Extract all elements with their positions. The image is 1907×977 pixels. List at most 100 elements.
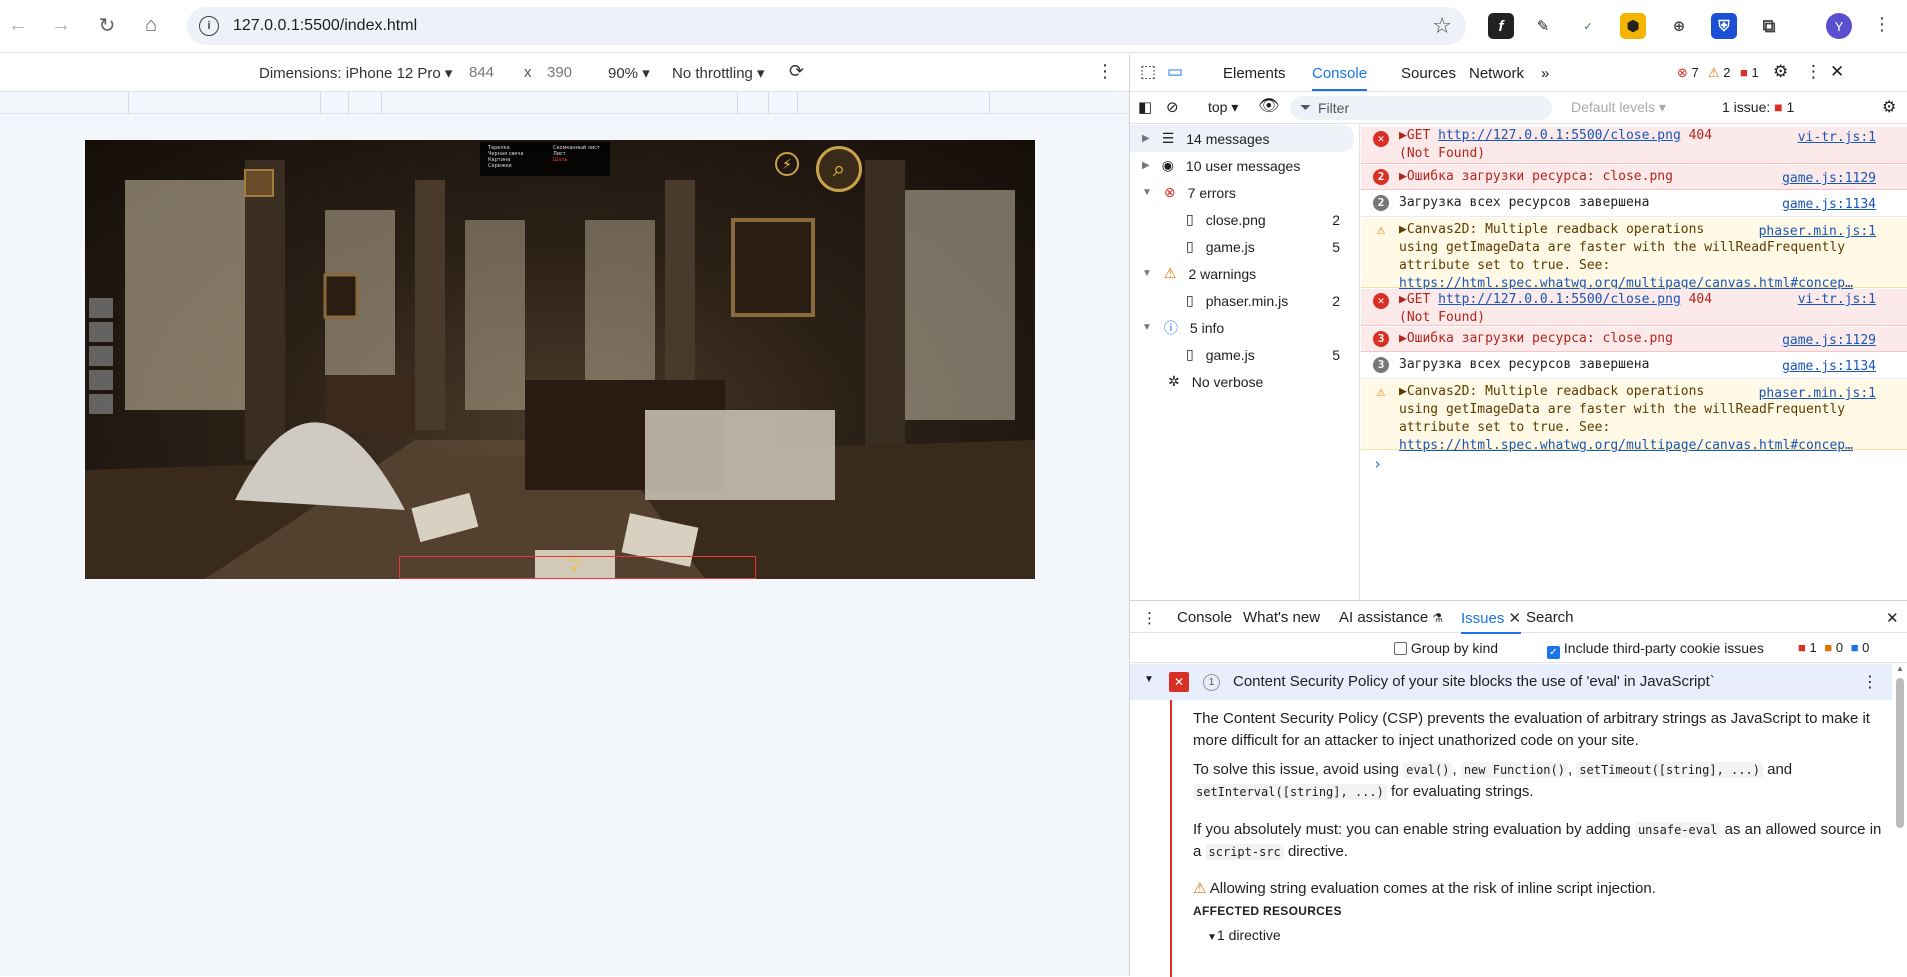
tab-console[interactable]: Console bbox=[1312, 65, 1368, 91]
reload-icon[interactable]: ↻ bbox=[95, 13, 119, 37]
directive-toggle[interactable]: ▼1 directive bbox=[1207, 924, 1897, 949]
issue-count-badge[interactable]: ■ 1 bbox=[1740, 65, 1759, 80]
issue-menu-icon[interactable]: ⋮ bbox=[1862, 672, 1878, 692]
puzzle-icon[interactable]: ⧉ bbox=[1756, 13, 1782, 39]
sidebar-item-errors[interactable]: ▼ ⊗ 7 errors bbox=[1130, 179, 1360, 206]
console-message-info[interactable]: 3 Загрузка всех ресурсов завершена game.… bbox=[1361, 353, 1907, 379]
tab-elements[interactable]: Elements bbox=[1223, 65, 1286, 82]
console-settings-icon[interactable]: ⚙ bbox=[1882, 97, 1896, 117]
console-message-error[interactable]: ✕ ▶GET http://127.0.0.1:5500/close.png 4… bbox=[1361, 127, 1907, 164]
console-message-error[interactable]: 2 ▶Ошибка загрузки ресурса: close.png ga… bbox=[1361, 165, 1907, 190]
robot-icon[interactable]: ⊕ bbox=[1666, 13, 1692, 39]
warning-count-badge[interactable]: ⚠ 2 bbox=[1708, 65, 1731, 81]
close-drawer-icon[interactable]: ✕ bbox=[1886, 609, 1899, 627]
sidebar-item-info[interactable]: ▼ ⓘ 5 info bbox=[1130, 314, 1360, 341]
drawer-tab-console[interactable]: Console bbox=[1177, 609, 1232, 626]
context-select[interactable]: top ▾ bbox=[1208, 99, 1238, 116]
game-canvas[interactable]: Тарелка Черная свеча Картина Сережки Ско… bbox=[85, 140, 1035, 579]
console-message-error[interactable]: 3 ▶Ошибка загрузки ресурса: close.png ga… bbox=[1361, 327, 1907, 352]
sidebar-item-file[interactable]: ▯ game.js 5 bbox=[1130, 233, 1360, 260]
inspect-icon[interactable]: ⬚ bbox=[1140, 62, 1156, 82]
console-message-info[interactable]: 2 Загрузка всех ресурсов завершена game.… bbox=[1361, 191, 1907, 217]
tab-network[interactable]: Network bbox=[1469, 65, 1524, 82]
drawer-menu-icon[interactable]: ⋮ bbox=[1142, 609, 1157, 627]
sidebar-item-file[interactable]: ▯ game.js 5 bbox=[1130, 341, 1360, 368]
sidebar-item-file[interactable]: ▯ close.png 2 bbox=[1130, 206, 1360, 233]
throttling-select[interactable]: No throttling ▾ bbox=[672, 64, 765, 82]
tab-sources[interactable]: Sources bbox=[1401, 65, 1456, 82]
inventory-slot[interactable] bbox=[89, 298, 113, 318]
zoom-select[interactable]: 90% ▾ bbox=[608, 64, 650, 82]
more-tabs-icon[interactable]: » bbox=[1541, 65, 1549, 82]
clear-console-icon[interactable]: ⊘ bbox=[1166, 98, 1179, 116]
issue-header[interactable]: ▼ ✕ 1 Content Security Policy of your si… bbox=[1130, 664, 1892, 700]
height-input[interactable]: 390 bbox=[547, 64, 572, 81]
width-input[interactable]: 844 bbox=[469, 64, 494, 81]
devtools-menu-icon[interactable]: ⋮ bbox=[1805, 62, 1822, 82]
close-tab-icon[interactable]: ✕ bbox=[1509, 610, 1522, 627]
browser-menu-icon[interactable]: ⋮ bbox=[1873, 14, 1891, 35]
abc-checker-icon[interactable]: ✓ bbox=[1575, 13, 1601, 39]
settings-icon[interactable]: ⚙ bbox=[1773, 62, 1788, 82]
media-query-ruler[interactable] bbox=[0, 92, 1129, 114]
message-link[interactable]: https://html.spec.whatwg.org/multipage/c… bbox=[1399, 437, 1900, 455]
drawer-tab-whats-new[interactable]: What's new bbox=[1243, 609, 1320, 626]
sidebar-item-verbose[interactable]: ✲ No verbose bbox=[1130, 368, 1360, 395]
bookmark-star-icon[interactable]: ☆ bbox=[1432, 13, 1452, 39]
bottom-hint-box[interactable]: Ищи ▼ bbox=[399, 556, 756, 579]
function-icon[interactable]: f bbox=[1488, 13, 1514, 39]
message-source[interactable]: phaser.min.js:1 bbox=[1759, 385, 1876, 403]
device-toggle-icon[interactable]: ▭ bbox=[1167, 62, 1183, 82]
issues-scrollbar[interactable]: ▲ bbox=[1894, 664, 1906, 977]
message-link[interactable]: http://127.0.0.1:5500/close.png bbox=[1438, 128, 1681, 143]
group-by-kind-checkbox[interactable]: Group by kind bbox=[1394, 640, 1498, 656]
sidebar-item-warnings[interactable]: ▼ ⚠ 2 warnings bbox=[1130, 260, 1360, 287]
drawer-tab-ai-assistance[interactable]: AI assistance ⚗ bbox=[1339, 609, 1443, 626]
include-third-party-checkbox[interactable]: ✓ Include third-party cookie issues bbox=[1547, 640, 1764, 659]
honeycomb-icon[interactable]: ⬢ bbox=[1620, 13, 1646, 39]
message-link[interactable]: http://127.0.0.1:5500/close.png bbox=[1438, 292, 1681, 307]
levels-select[interactable]: Default levels ▾ bbox=[1571, 99, 1666, 116]
back-icon[interactable]: ← bbox=[6, 13, 30, 37]
message-source[interactable]: game.js:1134 bbox=[1782, 196, 1876, 214]
message-source[interactable]: vi-tr.js:1 bbox=[1798, 291, 1876, 309]
console-message-warning[interactable]: ⚠ ▶Canvas2D: Multiple readback operation… bbox=[1361, 218, 1907, 291]
message-source[interactable]: game.js:1134 bbox=[1782, 358, 1876, 376]
sidebar-item-messages[interactable]: ▶ ☰ 14 messages bbox=[1130, 125, 1354, 152]
message-source[interactable]: game.js:1129 bbox=[1782, 332, 1876, 350]
error-count-badge[interactable]: ⊗ 7 bbox=[1677, 65, 1699, 81]
shield-icon[interactable]: ⛨ bbox=[1711, 13, 1737, 39]
collapse-icon[interactable]: ▼ bbox=[1144, 674, 1154, 685]
message-source[interactable]: phaser.min.js:1 bbox=[1759, 223, 1876, 241]
lightning-hint-icon[interactable]: ⚡ bbox=[775, 152, 799, 176]
console-message-warning[interactable]: ⚠ ▶Canvas2D: Multiple readback operation… bbox=[1361, 380, 1907, 453]
rotate-icon[interactable]: ⟳ bbox=[789, 61, 804, 82]
forward-icon[interactable]: → bbox=[49, 13, 73, 37]
console-prompt[interactable]: › bbox=[1373, 455, 1382, 473]
inventory-slot[interactable] bbox=[89, 370, 113, 390]
message-source[interactable]: game.js:1129 bbox=[1782, 170, 1876, 188]
sidebar-item-file[interactable]: ▯ phaser.min.js 2 bbox=[1130, 287, 1360, 314]
message-text: (Not Found) bbox=[1399, 310, 1486, 325]
inventory-slot[interactable] bbox=[89, 394, 113, 414]
magnifier-icon[interactable]: ⌕ bbox=[816, 146, 862, 192]
drawer-tab-issues[interactable]: Issues ✕ bbox=[1461, 609, 1522, 634]
filter-input[interactable]: ⏷ Filter bbox=[1290, 96, 1552, 120]
live-expression-icon[interactable]: 👁 bbox=[1258, 96, 1280, 116]
inventory-slot[interactable] bbox=[89, 322, 113, 342]
close-devtools-icon[interactable]: ✕ bbox=[1830, 62, 1844, 82]
eyedropper-icon[interactable]: ✎ bbox=[1530, 13, 1556, 39]
address-bar[interactable]: i 127.0.0.1:5500/index.html ☆ bbox=[187, 7, 1466, 45]
avatar[interactable]: Y bbox=[1826, 13, 1852, 39]
message-source[interactable]: vi-tr.js:1 bbox=[1798, 129, 1876, 147]
console-message-error[interactable]: ✕ ▶GET http://127.0.0.1:5500/close.png 4… bbox=[1361, 289, 1907, 326]
issues-summary[interactable]: 1 issue: ■ 1 bbox=[1722, 99, 1794, 115]
drawer-tab-search[interactable]: Search bbox=[1526, 609, 1574, 626]
device-select[interactable]: Dimensions: iPhone 12 Pro ▾ bbox=[259, 64, 452, 82]
inventory-slot[interactable] bbox=[89, 346, 113, 366]
device-more-icon[interactable]: ⋮ bbox=[1096, 61, 1114, 82]
sidebar-toggle-icon[interactable]: ◧ bbox=[1138, 98, 1152, 116]
home-icon[interactable]: ⌂ bbox=[139, 13, 163, 37]
site-info-icon[interactable]: i bbox=[199, 16, 219, 36]
sidebar-item-user-messages[interactable]: ▶ ◉ 10 user messages bbox=[1130, 152, 1360, 179]
